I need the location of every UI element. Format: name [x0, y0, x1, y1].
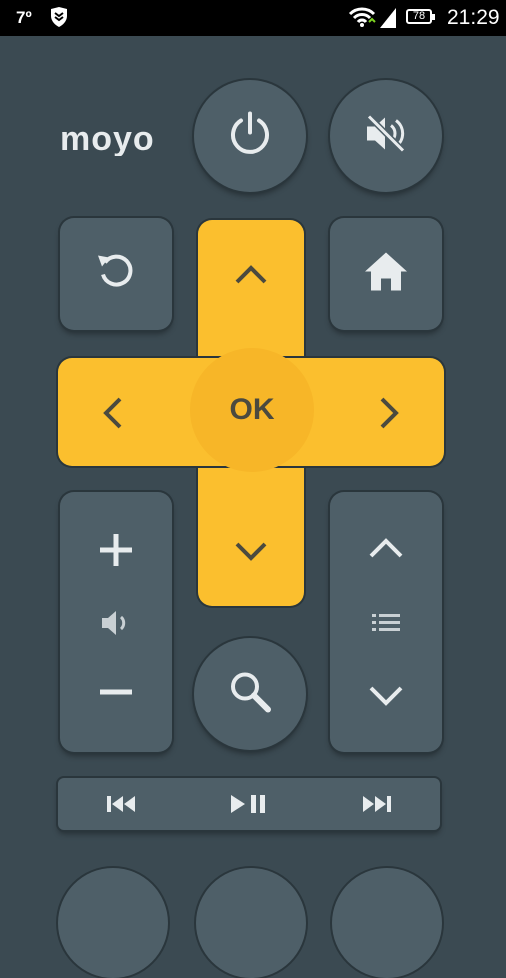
chevron-down-icon — [235, 542, 267, 561]
play-pause-button[interactable] — [185, 778, 312, 830]
chevron-right-icon — [380, 397, 399, 429]
chevron-down-icon — [369, 686, 403, 706]
channel-down-button[interactable] — [368, 684, 404, 713]
dpad-right-button[interactable] — [378, 396, 402, 435]
clock: 21:29 — [447, 6, 500, 29]
minus-icon — [100, 689, 132, 695]
wifi-icon — [348, 6, 376, 33]
volume-mute-icon — [363, 111, 409, 162]
temperature-text: 7º — [16, 8, 32, 27]
dpad-up-button[interactable] — [234, 262, 268, 291]
chevron-left-icon — [103, 397, 122, 429]
volume-rocker — [60, 492, 172, 752]
mute-button[interactable] — [330, 80, 442, 192]
ok-label: OK — [229, 393, 275, 426]
replay-icon — [95, 251, 137, 298]
bottom-button-center[interactable] — [196, 868, 306, 978]
fast-forward-button[interactable] — [312, 778, 439, 830]
volume-up-button[interactable] — [96, 530, 136, 575]
volume-icon — [100, 608, 132, 643]
chevron-up-icon — [235, 265, 267, 284]
channel-rocker — [330, 492, 442, 752]
back-button[interactable] — [60, 218, 172, 330]
play-pause-icon — [230, 795, 265, 813]
power-icon — [227, 111, 273, 162]
search-icon — [228, 670, 272, 719]
brand-logo-text: moyo — [60, 120, 155, 156]
channel-up-button[interactable] — [368, 536, 404, 565]
status-bar: 7º 78 21:29 — [0, 0, 506, 36]
dpad-down-button[interactable] — [234, 540, 268, 569]
rewind-button[interactable] — [58, 778, 185, 830]
bottom-button-left[interactable] — [58, 868, 168, 978]
brand-logo: moyo — [60, 120, 172, 158]
fast-forward-icon — [362, 796, 391, 812]
shield-icon — [50, 7, 68, 32]
plus-icon — [100, 534, 132, 566]
media-controls — [58, 778, 440, 830]
home-button[interactable] — [330, 218, 442, 330]
volume-down-button[interactable] — [96, 682, 136, 707]
battery-icon: 78 — [406, 9, 435, 24]
rewind-icon — [106, 796, 135, 812]
bottom-button-right[interactable] — [332, 868, 442, 978]
power-button[interactable] — [194, 80, 306, 192]
chevron-up-icon — [369, 538, 403, 558]
list-icon[interactable] — [370, 612, 402, 637]
search-button[interactable] — [194, 638, 306, 750]
signal-icon — [378, 6, 398, 33]
home-icon — [363, 251, 409, 298]
dpad-left-button[interactable] — [100, 396, 124, 435]
